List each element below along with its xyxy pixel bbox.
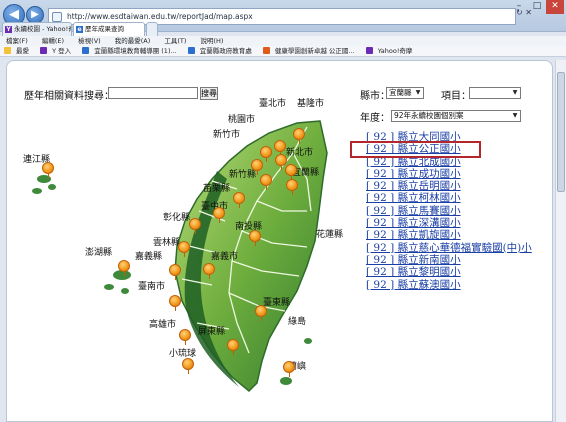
map-pin[interactable]: [251, 159, 263, 175]
fav-item[interactable]: 最愛: [16, 47, 29, 55]
map-pin[interactable]: [285, 164, 297, 180]
page-content: 歷年相關資料搜尋： 搜尋 縣市： 宜蘭縣 ▼ 項目： ▼ 年度： 92年永續校園…: [6, 60, 553, 422]
vertical-scrollbar[interactable]: [555, 60, 566, 422]
fav-item[interactable]: 健康學園創新卓越 公正國...: [275, 47, 355, 55]
map-pin[interactable]: [260, 174, 272, 190]
tab-label: 永續校園 - Yahoo!奇摩 搜尋結果: [14, 25, 71, 33]
map-label: 花蓮縣: [316, 230, 344, 240]
map-label: 嘉義縣: [135, 252, 163, 262]
map-pin[interactable]: [293, 128, 305, 144]
map-label: 雲林縣: [153, 238, 181, 248]
map-pin[interactable]: [233, 192, 245, 208]
page-icon: [52, 12, 62, 22]
map-pin[interactable]: [179, 329, 191, 345]
tab-map[interactable]: e 歷年成果查詢: [73, 22, 145, 36]
favorites-bar: 最愛 Y 登入 宜蘭縣環境教育輔導團 (1)... 宜蘭縣政府教育處 健康學園創…: [0, 46, 566, 57]
yahoo-icon: [40, 47, 48, 54]
map-label: 臺北市: [259, 99, 287, 109]
map-label: 澎湖縣: [85, 248, 113, 258]
map-pin[interactable]: [249, 230, 261, 246]
map-label: 新北市: [286, 148, 314, 158]
fav-item[interactable]: Yahoo!奇摩: [378, 47, 413, 55]
tab-bar: Y 永續校園 - Yahoo!奇摩 搜尋結果 e 歷年成果查詢: [0, 22, 566, 36]
map-label: 臺東縣: [263, 298, 291, 308]
scrollbar-thumb[interactable]: [557, 72, 565, 192]
ie-icon: [187, 47, 195, 54]
ie-icon: e: [76, 26, 83, 33]
menu-view[interactable]: 檢視(V): [78, 37, 101, 45]
close-icon[interactable]: ✕: [546, 0, 564, 14]
tab-label: 歷年成果查詢: [85, 25, 124, 33]
map-label: 苗栗縣: [203, 184, 231, 194]
site-icon: [262, 47, 270, 54]
menu-file[interactable]: 檔案(F): [6, 37, 28, 45]
map-label: 屏東縣: [198, 327, 226, 337]
menu-bar: 檔案(F) 編輯(E) 檢視(V) 我的最愛(A) 工具(T) 說明(H): [0, 36, 566, 46]
menu-help[interactable]: 說明(H): [201, 37, 224, 45]
map-label: 高雄市: [149, 320, 177, 330]
map-pin[interactable]: [286, 179, 298, 195]
map-pin[interactable]: [169, 295, 181, 311]
map-label: 桃園市: [228, 115, 256, 125]
maximize-icon[interactable]: □: [528, 0, 546, 14]
fav-item[interactable]: Y 登入: [52, 47, 71, 55]
new-tab-button[interactable]: [146, 22, 158, 36]
taiwan-map: [32, 120, 328, 393]
map-pin[interactable]: [260, 146, 272, 162]
minimize-icon[interactable]: –: [510, 0, 528, 14]
star-icon: [4, 47, 11, 54]
penghu-island: [104, 284, 114, 290]
map-pin[interactable]: [189, 218, 201, 234]
map-pin[interactable]: [203, 263, 215, 279]
map-label: 彰化縣: [163, 213, 191, 223]
orchid-island: [280, 377, 292, 385]
tab-yahoo-search[interactable]: Y 永續校園 - Yahoo!奇摩 搜尋結果: [2, 22, 72, 36]
map-label: 新竹市: [213, 130, 241, 140]
fav-item[interactable]: 宜蘭縣政府教育處: [200, 47, 252, 55]
fav-item[interactable]: 宜蘭縣環境教育輔導團 (1)...: [94, 47, 176, 55]
matsu-island: [32, 188, 42, 194]
map-pin[interactable]: [178, 241, 190, 257]
map-label: 基隆市: [297, 99, 325, 109]
map-label: 臺南市: [138, 282, 166, 292]
map-pin[interactable]: [182, 358, 194, 374]
map-pin[interactable]: [283, 361, 295, 377]
map-pin[interactable]: [42, 162, 54, 178]
yahoo-icon: [365, 47, 373, 54]
map-pin[interactable]: [274, 140, 286, 156]
map-label: 綠島: [288, 317, 307, 327]
ie-icon: [82, 47, 90, 54]
menu-tools[interactable]: 工具(T): [164, 37, 186, 45]
map-pin[interactable]: [227, 339, 239, 355]
map-label: 小琉球: [169, 349, 197, 359]
map-pin[interactable]: [213, 207, 225, 223]
menu-edit[interactable]: 編輯(E): [42, 37, 64, 45]
address-text: http://www.esdtaiwan.edu.tw/reportJad/ma…: [67, 12, 253, 21]
map-pin[interactable]: [275, 154, 287, 170]
map-pin[interactable]: [169, 264, 181, 280]
penghu-island: [121, 288, 129, 294]
yahoo-icon: Y: [5, 26, 12, 33]
green-island: [304, 338, 312, 344]
map-pin[interactable]: [255, 305, 267, 321]
map-label: 嘉義市: [211, 252, 239, 262]
matsu-island: [48, 184, 56, 190]
menu-favorites[interactable]: 我的最愛(A): [115, 37, 151, 45]
map-pin[interactable]: [118, 260, 130, 276]
